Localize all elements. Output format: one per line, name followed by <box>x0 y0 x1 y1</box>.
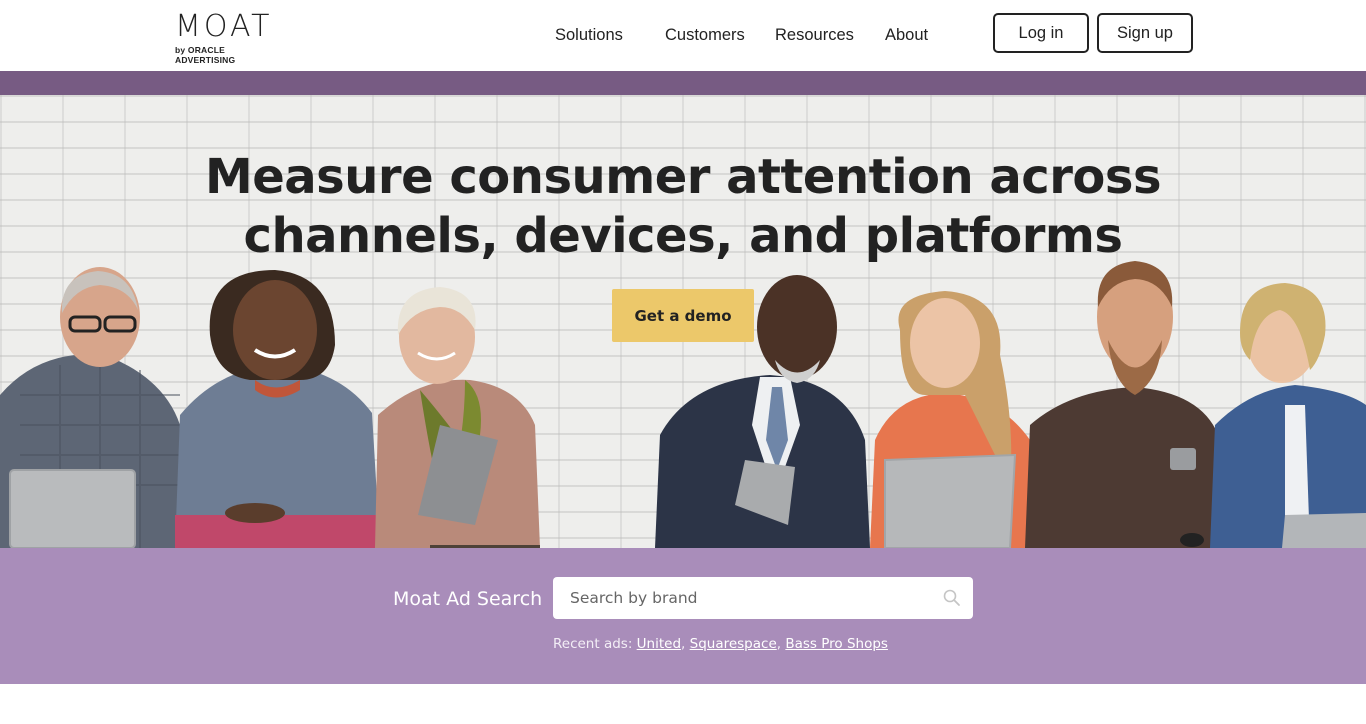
logo-subline: by ORACLE ADVERTISING <box>175 45 236 65</box>
recent-ads: Recent ads: United, Squarespace, Bass Pr… <box>553 636 888 652</box>
hero-headline: Measure consumer attention across channe… <box>0 148 1366 266</box>
hero-section: Measure consumer attention across channe… <box>0 95 1366 548</box>
get-demo-button[interactable]: Get a demo <box>612 289 754 342</box>
moat-logo[interactable]: MOAT by ORACLE ADVERTISING <box>175 9 287 66</box>
brand-search-input[interactable] <box>553 577 933 619</box>
nav-resources[interactable]: Resources <box>775 24 854 46</box>
ad-search-box <box>553 577 973 619</box>
header-accent-strip <box>0 71 1366 95</box>
recent-ads-prefix: Recent ads: <box>553 636 633 652</box>
ad-search-section: Moat Ad Search Recent ads: United, Squar… <box>0 548 1366 684</box>
recent-ad-link-bass-pro-shops[interactable]: Bass Pro Shops <box>785 636 888 652</box>
nav-solutions[interactable]: Solutions <box>555 24 623 46</box>
ad-search-label: Moat Ad Search <box>393 588 543 610</box>
logo-wordmark: MOAT <box>175 9 273 44</box>
headline-line-1: Measure consumer attention across <box>204 149 1162 205</box>
login-button[interactable]: Log in <box>993 13 1089 53</box>
search-icon[interactable] <box>942 588 962 608</box>
recent-ad-link-squarespace[interactable]: Squarespace <box>690 636 777 652</box>
nav-customers[interactable]: Customers <box>665 24 745 46</box>
site-header: MOAT by ORACLE ADVERTISING Solutions Cus… <box>0 0 1366 71</box>
nav-about[interactable]: About <box>885 24 928 46</box>
headline-line-2: channels, devices, and platforms <box>243 208 1123 264</box>
recent-ad-link-united[interactable]: United <box>637 636 681 652</box>
signup-button[interactable]: Sign up <box>1097 13 1193 53</box>
